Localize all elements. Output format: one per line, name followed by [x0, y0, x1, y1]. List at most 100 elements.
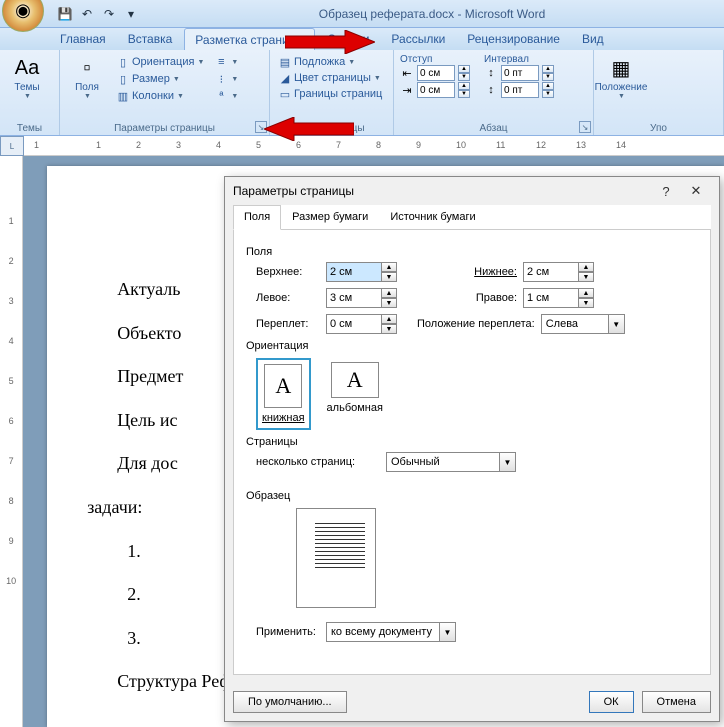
line-numbers-icon: ⁝ [214, 72, 228, 86]
save-icon[interactable]: 💾 [56, 5, 74, 23]
gutter-label: Переплет: [256, 318, 326, 330]
spin-up[interactable]: ▲ [458, 82, 470, 90]
dialog-body: Поля Верхнее: ▲▼ Нижнее: ▲▼ Левое: ▲▼ Пр… [233, 230, 711, 675]
landscape-button[interactable]: A альбомная [323, 358, 387, 430]
spin-down[interactable]: ▼ [578, 298, 594, 308]
paragraph-dialog-launcher[interactable]: ↘ [579, 121, 591, 133]
tab-mailings[interactable]: Рассылки [381, 28, 455, 50]
margins-button[interactable]: ▫ Поля ▼ [66, 54, 108, 104]
gutter-input[interactable] [326, 314, 382, 334]
spacing-before-input[interactable] [501, 65, 539, 81]
indent-right-icon: ⇥ [400, 83, 414, 97]
default-button[interactable]: По умолчанию... [233, 691, 347, 713]
size-icon: ▯ [116, 72, 130, 86]
gutter-pos-label: Положение переплета: [417, 318, 535, 330]
ok-button[interactable]: ОК [589, 691, 634, 713]
group-label-page-setup: Параметры страницы [60, 123, 269, 134]
apply-to-select[interactable]: ко всему документу▼ [326, 622, 456, 642]
group-label-themes: Темы [0, 123, 59, 134]
section-orientation: Ориентация [246, 340, 698, 352]
preview-thumbnail [296, 508, 376, 608]
redo-icon[interactable]: ↷ [100, 5, 118, 23]
ribbon-group-page-setup: ▫ Поля ▼ ▯Ориентация▼ ▯Размер▼ ▥Колонки▼… [60, 50, 270, 135]
indent-left-input[interactable] [417, 65, 455, 81]
spin-up[interactable]: ▲ [381, 314, 397, 324]
columns-button[interactable]: ▥Колонки▼ [114, 88, 206, 104]
tab-view[interactable]: Вид [572, 28, 614, 50]
chevron-down-icon: ▼ [24, 93, 31, 100]
ribbon-group-themes: Aa Темы ▼ Темы [0, 50, 60, 135]
tab-review[interactable]: Рецензирование [457, 28, 570, 50]
spin-up[interactable]: ▲ [542, 65, 554, 73]
spin-down[interactable]: ▼ [381, 272, 397, 282]
watermark-button[interactable]: ▤Подложка▼ [276, 54, 387, 70]
quick-access-toolbar: 💾 ↶ ↷ ▾ [56, 5, 140, 23]
indent-right-input[interactable] [417, 82, 455, 98]
chevron-down-icon: ▼ [608, 315, 624, 333]
spin-down[interactable]: ▼ [542, 73, 554, 81]
horizontal-ruler: L 1 1234567891011121314 [0, 136, 724, 156]
themes-button[interactable]: Aa Темы ▼ [6, 54, 48, 100]
section-preview: Образец [246, 490, 698, 502]
spacing-before-icon: ↕ [484, 66, 498, 80]
spin-down[interactable]: ▼ [542, 90, 554, 98]
dialog-title: Параметры страницы [233, 184, 651, 198]
spin-down[interactable]: ▼ [578, 272, 594, 282]
spin-down[interactable]: ▼ [458, 90, 470, 98]
undo-icon[interactable]: ↶ [78, 5, 96, 23]
apply-label: Применить: [256, 626, 326, 638]
page-borders-icon: ▭ [278, 87, 292, 101]
right-margin-input[interactable] [523, 288, 579, 308]
hyphenation-button[interactable]: ª▼ [212, 88, 240, 104]
bottom-margin-input[interactable] [523, 262, 579, 282]
spacing-after-input[interactable] [501, 82, 539, 98]
landscape-icon: A [331, 362, 379, 398]
page-color-button[interactable]: ◢Цвет страницы▼ [276, 70, 387, 86]
breaks-button[interactable]: ≡▼ [212, 54, 240, 70]
close-button[interactable]: ✕ [681, 181, 711, 201]
tab-home[interactable]: Главная [50, 28, 116, 50]
left-label: Левое: [256, 292, 326, 304]
position-button[interactable]: ▦ Положение ▼ [600, 54, 642, 100]
spin-up[interactable]: ▲ [578, 288, 594, 298]
cancel-button[interactable]: Отмена [642, 691, 711, 713]
group-label-arrange: Упо [594, 123, 723, 134]
gutter-position-select[interactable]: Слева▼ [541, 314, 625, 334]
dialog-tab-paper[interactable]: Размер бумаги [281, 205, 379, 229]
size-button[interactable]: ▯Размер▼ [114, 71, 206, 87]
orientation-button[interactable]: ▯Ориентация▼ [114, 54, 206, 70]
ribbon-group-arrange: ▦ Положение ▼ Упо [594, 50, 724, 135]
top-margin-input[interactable] [326, 262, 382, 282]
spin-up[interactable]: ▲ [542, 82, 554, 90]
vertical-ruler[interactable]: 1 2 3 4 5 6 7 8 9 10 [0, 156, 23, 727]
spin-down[interactable]: ▼ [458, 73, 470, 81]
line-numbers-button[interactable]: ⁝▼ [212, 71, 240, 87]
multi-pages-select[interactable]: Обычный▼ [386, 452, 516, 472]
portrait-button[interactable]: A книжная [256, 358, 311, 430]
spin-down[interactable]: ▼ [381, 298, 397, 308]
indent-label: Отступ [400, 54, 470, 65]
chevron-down-icon: ▼ [439, 623, 455, 641]
spin-up[interactable]: ▲ [381, 288, 397, 298]
themes-icon: Aa [13, 54, 41, 82]
dialog-tab-source[interactable]: Источник бумаги [379, 205, 486, 229]
left-margin-input[interactable] [326, 288, 382, 308]
office-button[interactable]: ◉ [2, 0, 44, 32]
orientation-icon: ▯ [116, 55, 130, 69]
right-label: Правое: [457, 292, 517, 304]
section-margins: Поля [246, 246, 698, 258]
page-borders-button[interactable]: ▭Границы страниц [276, 86, 387, 102]
spin-up[interactable]: ▲ [578, 262, 594, 272]
columns-icon: ▥ [116, 89, 130, 103]
portrait-icon: A [264, 364, 302, 408]
dialog-tab-fields[interactable]: Поля [233, 205, 281, 230]
spin-down[interactable]: ▼ [381, 324, 397, 334]
tab-insert[interactable]: Вставка [118, 28, 183, 50]
qat-dropdown-icon[interactable]: ▾ [122, 5, 140, 23]
spin-up[interactable]: ▲ [381, 262, 397, 272]
help-button[interactable]: ? [651, 181, 681, 201]
page-setup-dialog: Параметры страницы ? ✕ Поля Размер бумаг… [224, 176, 720, 722]
tab-selector[interactable]: L [0, 136, 24, 156]
spacing-after-icon: ↕ [484, 83, 498, 97]
spin-up[interactable]: ▲ [458, 65, 470, 73]
